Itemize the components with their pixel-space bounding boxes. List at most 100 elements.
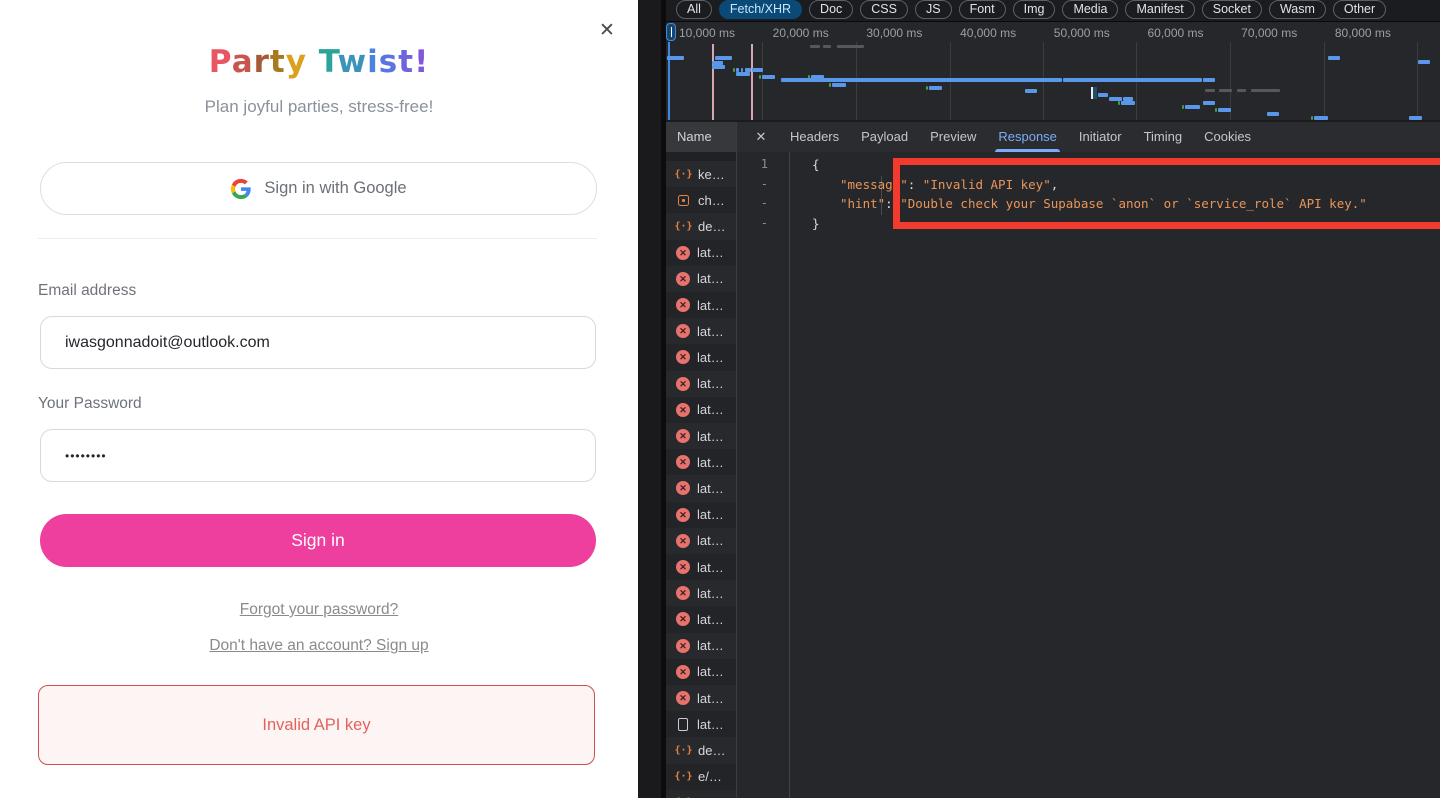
request-row-lat[interactable]: ✕ lat… [666,632,737,659]
filter-pill-socket[interactable]: Socket [1201,0,1262,19]
google-icon [231,178,252,199]
request-row-lat[interactable]: ✕ lat… [666,580,737,607]
overview-selected-marker [1091,87,1097,99]
tab-headers[interactable]: Headers [779,122,850,152]
error-icon: ✕ [676,638,690,653]
filter-pill-media[interactable]: Media [1062,0,1119,19]
tab-initiator[interactable]: Initiator [1068,122,1133,152]
request-row-lat[interactable]: ✕ lat… [666,501,737,528]
filter-pill-js[interactable]: JS [914,0,952,19]
request-row-lat[interactable]: ✕ lat… [666,423,737,450]
name-column-header[interactable]: Name [666,122,737,152]
waterfall-bar [1203,101,1215,105]
request-label: ch… [698,192,725,208]
close-icon[interactable]: ✕ [594,18,620,44]
error-icon: ✕ [676,376,690,391]
request-row-ke[interactable]: {·} ke… [666,161,737,188]
request-row-lat[interactable]: ✕ lat… [666,318,737,345]
request-row-lat[interactable]: ✕ lat… [666,527,737,554]
request-label: e/… [698,769,722,785]
tab-response[interactable]: Response [987,122,1068,152]
waterfall-bar [781,78,1062,82]
filter-pill-css[interactable]: CSS [860,0,908,19]
grid-line [1324,42,1325,120]
filter-pill-wasm[interactable]: Wasm [1268,0,1326,19]
line-number: 1 [760,157,768,171]
request-row-lat[interactable]: ✕ lat… [666,475,737,502]
forgot-password-link[interactable]: Forgot your password? [0,601,638,619]
detail-tab-bar: ✕ Headers Payload Preview Response Initiator… [737,122,1440,152]
code-line: - "message": "Invalid API key", [737,175,1440,195]
logo-letter: a [231,44,254,80]
request-label: de… [698,218,726,234]
error-icon: ✕ [676,455,690,470]
request-row-lat[interactable]: ✕ lat… [666,292,737,319]
filter-pill-all[interactable]: All [676,0,712,19]
filter-pill-img[interactable]: Img [1012,0,1056,19]
request-label: ke… [698,166,725,182]
tab-preview[interactable]: Preview [919,122,987,152]
request-label: lat… [697,559,724,575]
request-row-lat[interactable]: ✕ lat… [666,606,737,633]
request-row-de[interactable]: {·} de… [666,737,737,764]
signup-link[interactable]: Don't have an account? Sign up [0,637,638,655]
request-row-lat[interactable]: ✕ lat… [666,265,737,292]
password-field[interactable] [40,429,596,482]
logo-letter: i [367,44,379,80]
filter-pill-font[interactable]: Font [958,0,1006,19]
filter-pill-fetchxhr[interactable]: Fetch/XHR [718,0,803,19]
request-row-lat[interactable]: ✕ lat… [666,449,737,476]
request-row-lat[interactable]: ✕ lat… [666,239,737,266]
code-line: 1{ [737,155,1440,175]
screen: ✕ Party Twist! Plan joyful parties, stre… [0,0,1440,798]
error-icon: ✕ [676,691,690,706]
error-icon: ✕ [676,481,690,496]
ruler-label: 40,000 ms [960,26,1017,40]
request-row-lat[interactable]: ✕ lat… [666,554,737,581]
filter-pill-other[interactable]: Other [1332,0,1387,19]
network-overview-timeline[interactable]: 10,000 ms 20,000 ms 30,000 ms 40,000 ms 50,0… [666,22,1440,120]
code-content: "message": "Invalid API key", [789,175,1058,195]
request-row-lat[interactable]: ✕ lat… [666,344,737,371]
google-signin-button[interactable]: Sign in with Google [40,162,597,215]
error-icon: ✕ [676,350,690,365]
request-list[interactable]: {·} ke… ch… {·} de… ✕ lat… ✕ lat… ✕ lat… ✕ lat… ✕ lat…… [666,152,737,798]
request-row-ch[interactable]: ch… [666,187,737,214]
request-label: lat… [697,480,724,496]
waterfall-bar [715,56,732,60]
request-row-lat[interactable]: ✕ lat… [666,685,737,712]
code-content: } [789,214,820,234]
response-panel[interactable]: 1{- "message": "Invalid API key", - "hint":… [737,152,1440,798]
tab-payload[interactable]: Payload [850,122,919,152]
request-label: lat… [697,376,724,392]
tab-timing[interactable]: Timing [1133,122,1194,152]
waterfall-bar [837,45,864,48]
close-detail-icon[interactable]: ✕ [752,122,770,152]
tab-cookies[interactable]: Cookies [1193,122,1262,152]
code-token: { [812,157,820,172]
waterfall-bar [832,83,846,87]
request-label: lat… [697,611,724,627]
filter-pill-doc[interactable]: Doc [809,0,854,19]
request-row-lat[interactable]: ✕ lat… [666,370,737,397]
request-row-partial[interactable]: {·} [666,789,737,798]
divider [38,238,597,239]
request-row-lat[interactable]: ✕ lat… [666,658,737,685]
signin-button[interactable]: Sign in [40,514,596,567]
error-icon: ✕ [676,664,690,679]
waterfall-bar [1218,108,1231,112]
code-token: : [907,176,923,192]
request-row-lat[interactable]: lat… [666,711,737,738]
waterfall-bar [929,86,942,90]
error-icon: ✕ [676,271,690,286]
waterfall-bar [1219,89,1232,92]
code-content: "hint": "Double check your Supabase `ano… [789,194,1367,214]
code-line: -} [737,214,1440,234]
email-field[interactable] [40,316,596,369]
filter-pill-manifest[interactable]: Manifest [1125,0,1195,19]
request-row-e[interactable]: {·} e/… [666,763,737,790]
request-label: lat… [697,533,724,549]
request-row-lat[interactable]: ✕ lat… [666,396,737,423]
overview-cursor-line [667,42,670,120]
request-row-de[interactable]: {·} de… [666,213,737,240]
